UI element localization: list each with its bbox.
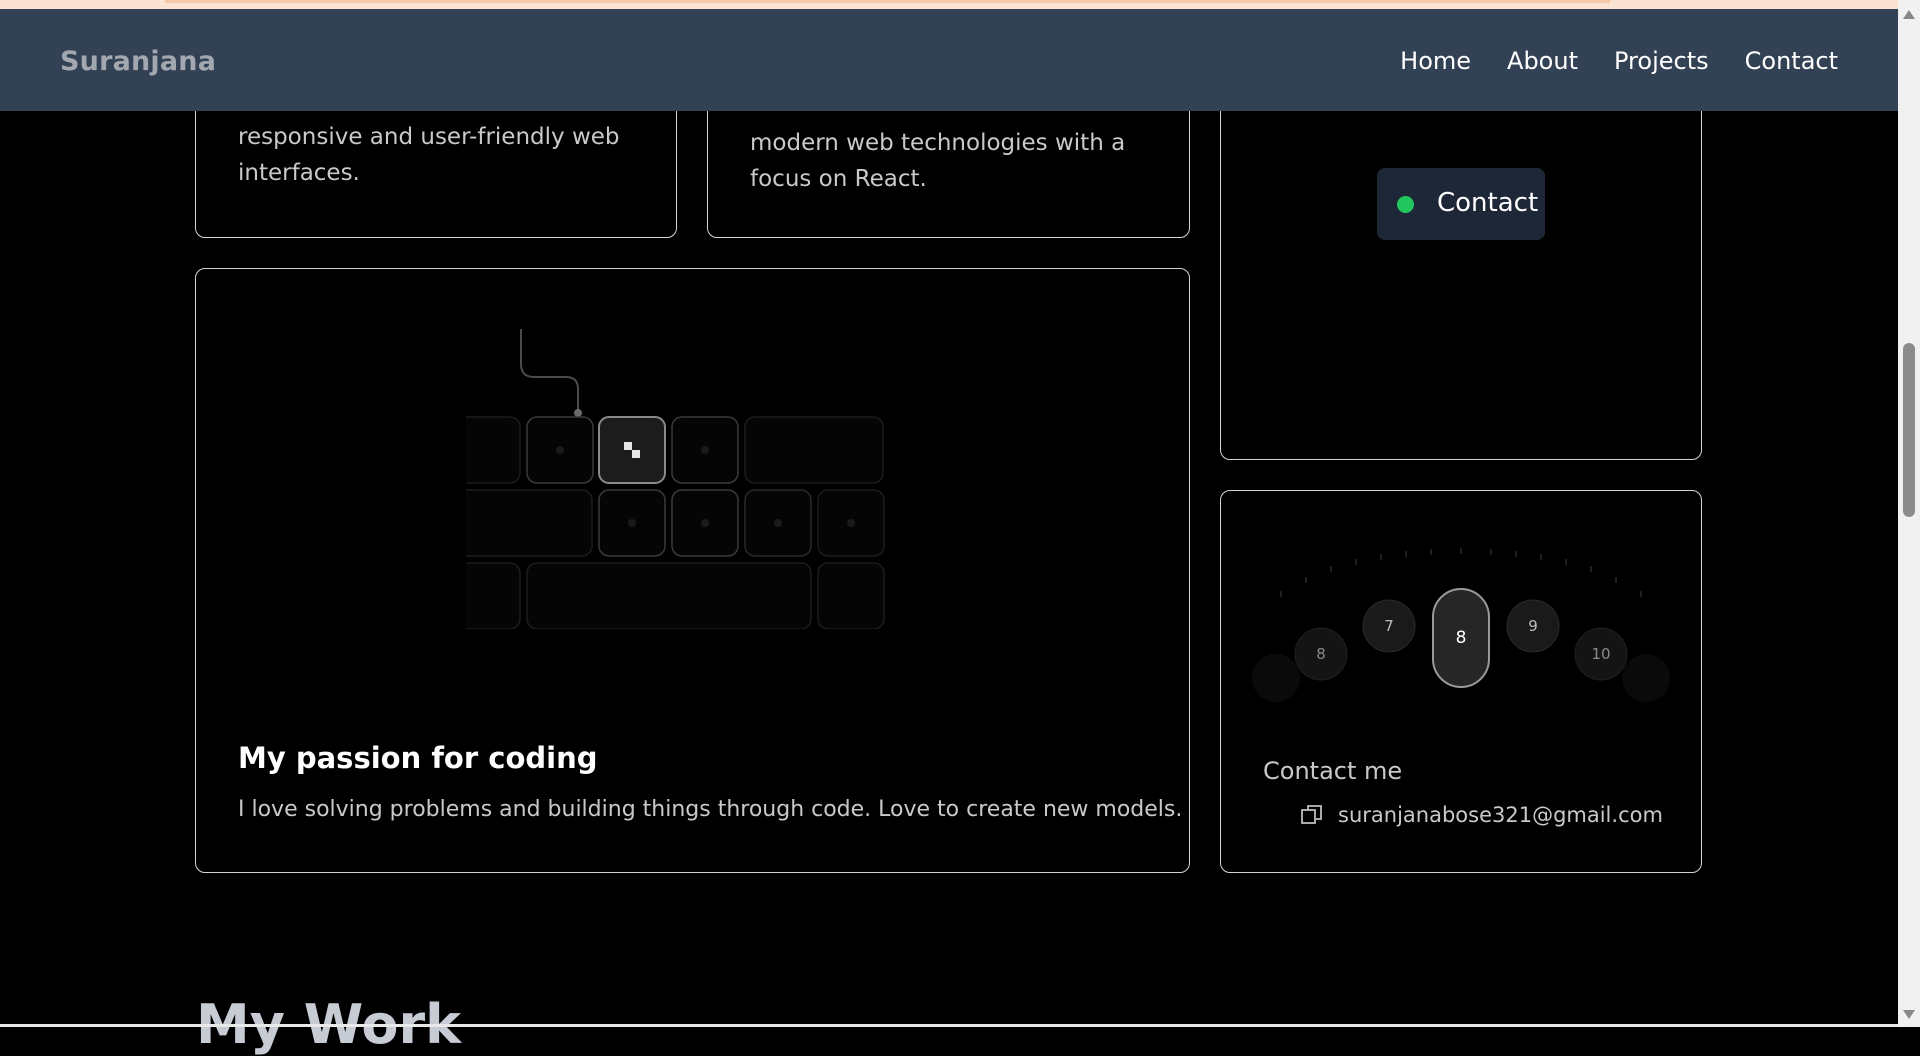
key <box>466 562 521 629</box>
scroll-up-arrow-icon[interactable] <box>1903 10 1915 19</box>
card-web-dev-line-1: responsive and user-friendly web <box>238 124 620 150</box>
nav-link-projects[interactable]: Projects <box>1614 47 1709 75</box>
dial-knob <box>1252 654 1300 702</box>
key <box>817 562 885 629</box>
nav-links: Home About Projects Contact <box>1400 47 1838 75</box>
email-address[interactable]: suranjanabose321@gmail.com <box>1338 803 1663 827</box>
dial-number: 10 <box>1591 645 1610 663</box>
copy-icon[interactable] <box>1300 803 1324 827</box>
passion-title: My passion for coding <box>238 741 598 775</box>
scrollbar[interactable] <box>1898 0 1920 1027</box>
key <box>466 416 521 484</box>
card-web-dev-line-2: interfaces. <box>238 160 360 186</box>
card-react-line-1: modern web technologies with a <box>750 130 1126 156</box>
number-dial-illustration: 8 7 8 9 10 <box>1252 548 1670 702</box>
card-contact-status <box>1220 60 1702 460</box>
passion-description: I love solving problems and building thi… <box>238 797 1183 822</box>
contact-badge-button[interactable]: Contact <box>1377 168 1545 240</box>
browser-top-strip <box>0 0 1898 9</box>
scrollbar-thumb[interactable] <box>1903 343 1915 517</box>
status-dot-icon <box>1397 196 1414 213</box>
key <box>526 562 812 629</box>
card-react-line-2: focus on React. <box>750 166 927 192</box>
card-passion: My passion for coding I love solving pro… <box>195 268 1190 873</box>
email-row[interactable]: suranjanabose321@gmail.com <box>1300 803 1663 827</box>
card-contact-me: 8 7 8 9 10 Contact me suranjanabose321@g… <box>1220 490 1702 873</box>
navbar: Suranjana Home About Projects Contact <box>0 9 1898 111</box>
dial-number: 9 <box>1528 617 1538 635</box>
keyboard-illustration <box>466 329 885 629</box>
circuit-node-top <box>574 409 582 417</box>
dial-number-selected: 8 <box>1456 628 1467 648</box>
contact-badge-label: Contact <box>1437 188 1539 218</box>
nav-link-contact[interactable]: Contact <box>1745 47 1838 75</box>
nav-link-about[interactable]: About <box>1507 47 1578 75</box>
contact-me-title: Contact me <box>1263 757 1403 785</box>
brand-logo[interactable]: Suranjana <box>60 46 216 77</box>
nav-link-home[interactable]: Home <box>1400 47 1471 75</box>
circuit-line-top <box>520 329 579 413</box>
key <box>744 416 884 484</box>
dial-number: 8 <box>1316 645 1326 663</box>
dial-number: 7 <box>1384 617 1394 635</box>
key <box>466 489 593 557</box>
scroll-down-arrow-icon[interactable] <box>1903 1010 1915 1019</box>
dial-knob <box>1622 654 1670 702</box>
